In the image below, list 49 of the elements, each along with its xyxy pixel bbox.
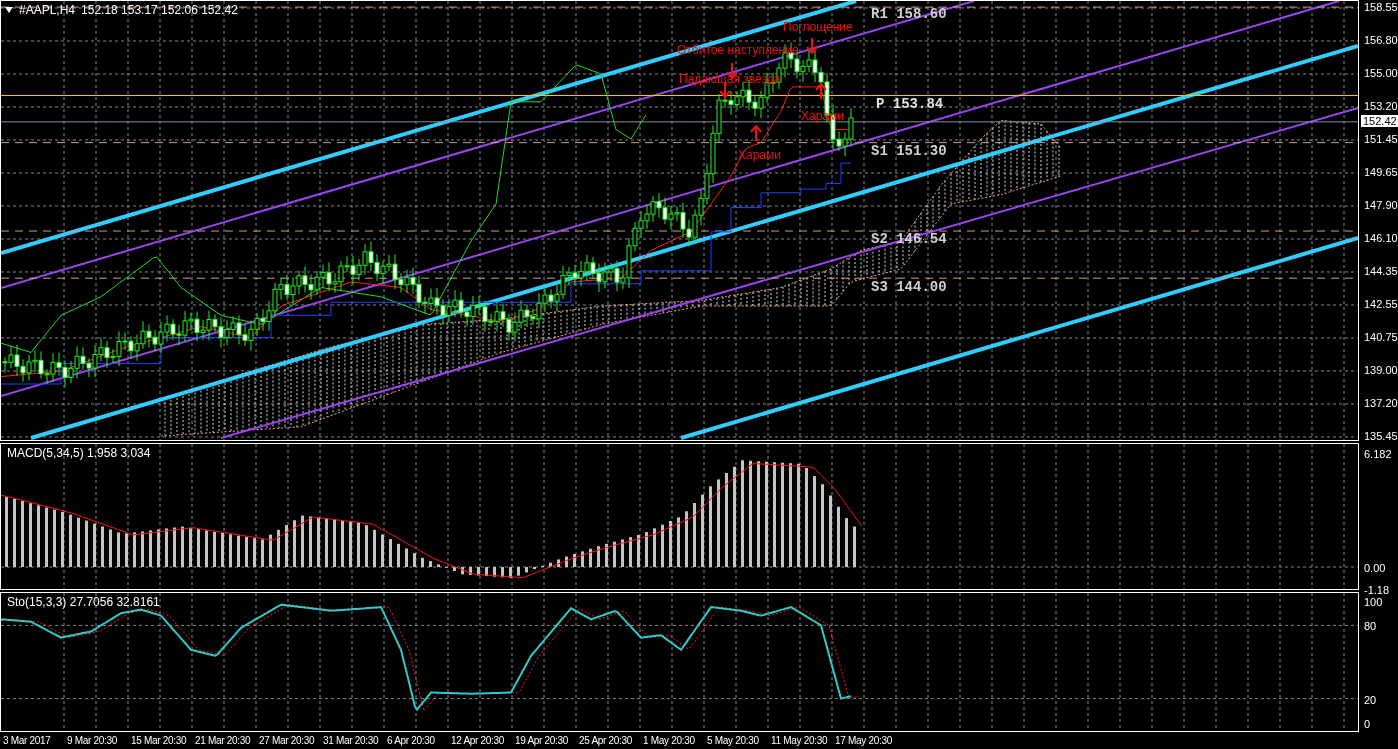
time-axis-label: 5 May 20:30	[707, 734, 760, 747]
time-axis-label: 17 May 20:30	[835, 734, 893, 747]
macd-axis-label: 0.00	[1364, 562, 1386, 574]
dropdown-triangle-icon[interactable]	[5, 7, 13, 13]
price-axis-label: 144.35	[1364, 264, 1398, 277]
current-price-label: 152.42	[1361, 114, 1398, 127]
price-axis-label: 158.55	[1364, 1, 1398, 13]
time-axis-label: 27 Mar 20:30	[259, 734, 316, 747]
time-axis-label: 3 Mar 2017	[3, 734, 52, 747]
macd-indicator-label: MACD(5,34,5) 1.958 3.034	[7, 446, 151, 460]
price-axis-label: 151.45	[1364, 133, 1398, 145]
price-axis-label: 153.20	[1364, 100, 1398, 112]
pattern-annotation: Поглощение	[783, 20, 853, 34]
time-axis-label: 19 Apr 20:30	[515, 734, 570, 747]
time-axis-label: 9 Mar 20:30	[67, 734, 119, 747]
time-axis-label: 21 Mar 20:30	[195, 734, 252, 747]
price-axis-label: 156.80	[1364, 34, 1398, 46]
price-axis-label: 142.55	[1364, 297, 1398, 310]
pivot-level-label: S1 151.30	[871, 143, 947, 159]
price-axis-label: 149.65	[1364, 166, 1398, 178]
pattern-annotation: Харами	[738, 148, 781, 162]
price-axis-label: 135.45	[1364, 429, 1398, 442]
stochastic-axis-label: 20	[1364, 693, 1377, 706]
time-axis-label: 15 Mar 20:30	[131, 734, 188, 747]
stochastic-axis-label: 0	[1364, 718, 1371, 730]
price-axis-label: 146.10	[1364, 231, 1398, 244]
arrow-up-icon	[815, 83, 827, 99]
pivot-level-label: P 153.84	[876, 96, 944, 112]
time-axis-label: 12 Apr 20:30	[451, 734, 506, 747]
stochastic-indicator-label: Sto(15,3,3) 27.7056 32.8161	[7, 595, 160, 609]
time-axis-label: 11 May 20:30	[771, 734, 829, 747]
price-axis-label: 139.00	[1364, 363, 1398, 376]
time-axis-label: 6 Apr 20:30	[387, 734, 436, 747]
price-axis-label: 155.00	[1364, 67, 1398, 79]
macd-axis-label: -1.18	[1364, 583, 1390, 596]
time-axis-label: 1 May 20:30	[643, 734, 696, 747]
arrow-up-icon	[750, 125, 762, 141]
stochastic-axis-label: 100	[1364, 596, 1383, 608]
stochastic-axis-label: 80	[1364, 620, 1377, 633]
price-axis-label: 147.90	[1364, 198, 1398, 211]
arrow-down-icon	[806, 38, 818, 54]
time-axis-label: 25 Apr 20:30	[579, 734, 634, 747]
price-axis-label: 140.75	[1364, 330, 1398, 343]
macd-axis-label: 6.182	[1364, 448, 1392, 461]
symbol-label: #AAPL,H4	[19, 3, 76, 17]
price-axis-label: 137.20	[1364, 396, 1398, 409]
time-axis-label: 31 Mar 20:30	[323, 734, 380, 747]
quote-values: 152.18 153.17 152.06 152.42	[81, 3, 238, 17]
pivot-level-label: S3 144.00	[871, 279, 947, 295]
